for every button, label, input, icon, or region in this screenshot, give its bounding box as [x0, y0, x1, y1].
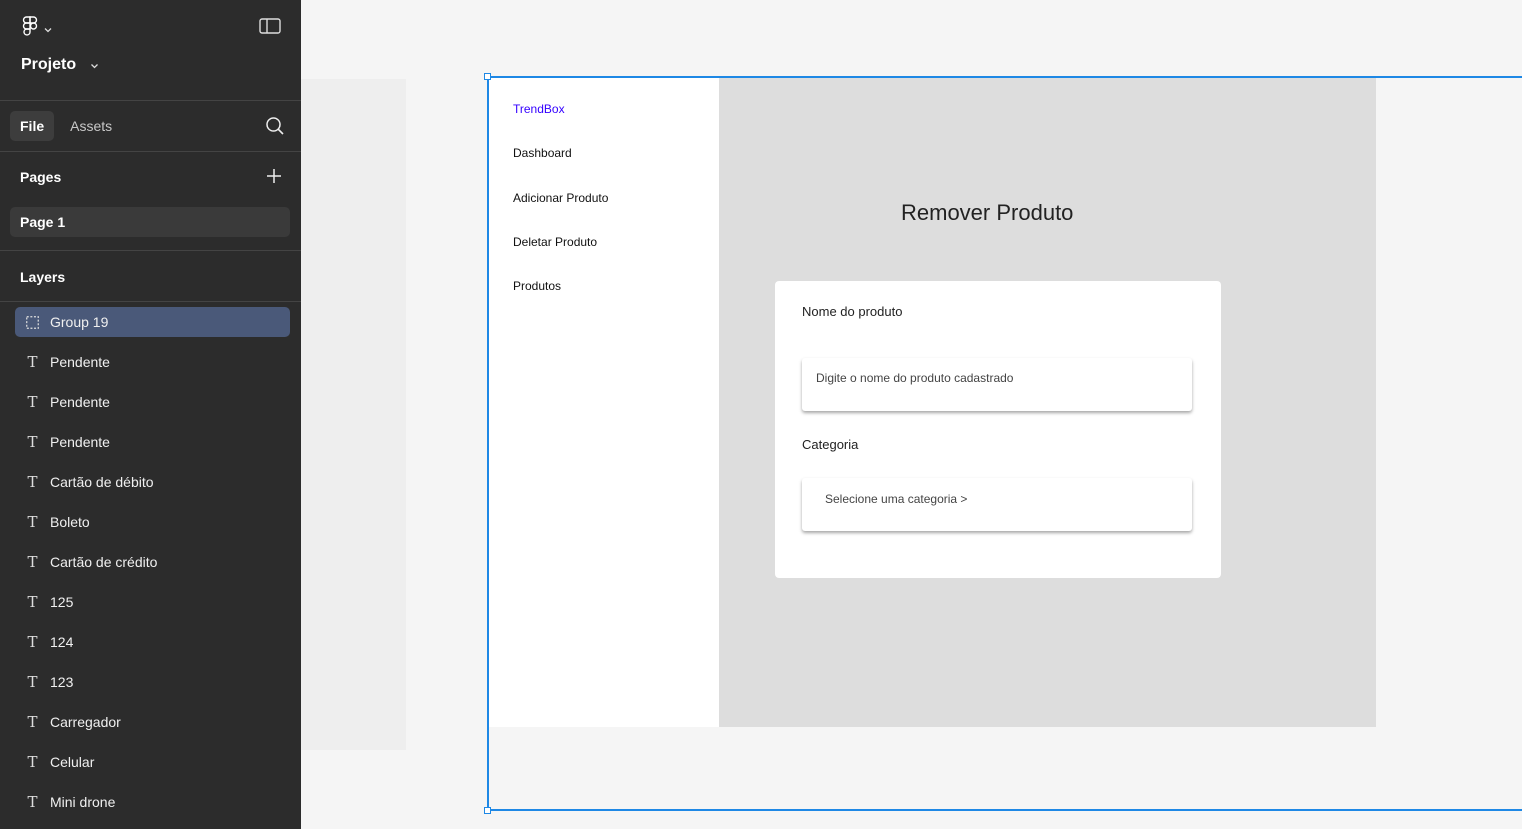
layer-item[interactable]: T Carregador — [15, 707, 290, 737]
design-canvas[interactable]: TrendBox Dashboard Adicionar Produto Del… — [301, 0, 1522, 829]
resize-handle-top-left[interactable] — [484, 73, 491, 80]
text-icon: T — [27, 513, 38, 531]
pages-section-title: Pages — [20, 169, 62, 185]
figma-logo-icon — [22, 16, 38, 41]
divider — [0, 151, 301, 152]
adjacent-frame[interactable] — [301, 79, 406, 750]
text-icon: T — [27, 353, 38, 371]
layer-item[interactable]: T Pendente — [15, 387, 290, 417]
plus-icon — [264, 169, 284, 190]
layer-item[interactable]: T Mini drone — [15, 787, 290, 817]
layer-item[interactable]: Group 19 — [15, 307, 290, 337]
layer-item[interactable]: T Pendente — [15, 427, 290, 457]
layer-item[interactable]: T 124 — [15, 627, 290, 657]
search-icon — [265, 117, 285, 140]
layer-item[interactable]: T 123 — [15, 667, 290, 697]
divider — [0, 250, 301, 251]
chevron-down-icon — [44, 20, 52, 38]
layer-label: Carregador — [50, 714, 121, 730]
layer-label: Pendente — [50, 394, 110, 410]
layer-label: Cartão de débito — [50, 474, 154, 490]
layer-label: Celular — [50, 754, 95, 770]
text-icon: T — [27, 593, 38, 611]
resize-handle-bottom-left[interactable] — [484, 807, 491, 814]
text-icon: T — [27, 753, 38, 771]
layer-item[interactable]: T Celular — [15, 747, 290, 777]
left-sidebar: Projeto File Assets Pages Page 1 Layers — [0, 0, 301, 829]
layers-list: Group 19 T Pendente T Pendente T Pendent… — [15, 307, 290, 827]
add-page-button[interactable] — [264, 166, 284, 186]
layer-item[interactable]: T Pendente — [15, 347, 290, 377]
text-icon: T — [27, 713, 38, 731]
sidebar-tabs: File Assets — [10, 111, 122, 141]
layer-label: Mini drone — [50, 794, 116, 810]
layer-item[interactable]: T 125 — [15, 587, 290, 617]
layer-label: Pendente — [50, 354, 110, 370]
layer-label: 124 — [50, 634, 74, 650]
layer-item[interactable]: T Cartão de débito — [15, 467, 290, 497]
layers-section-title: Layers — [20, 269, 66, 285]
text-icon: T — [27, 473, 38, 491]
text-icon: T — [27, 553, 38, 571]
divider — [0, 301, 301, 302]
layer-item[interactable]: T Cartão de crédito — [15, 547, 290, 577]
sidebar-toggle-icon — [259, 18, 281, 39]
text-icon: T — [27, 633, 38, 651]
main-menu-button[interactable] — [22, 16, 52, 41]
layer-label: 125 — [50, 594, 74, 610]
project-name: Projeto — [21, 56, 77, 73]
project-name-button[interactable]: Projeto — [21, 56, 99, 74]
layer-label: Boleto — [50, 514, 90, 530]
text-icon: T — [27, 433, 38, 451]
chevron-down-icon — [90, 56, 99, 74]
layer-label: 123 — [50, 674, 74, 690]
search-button[interactable] — [265, 116, 285, 136]
toggle-sidebar-button[interactable] — [259, 17, 281, 35]
tab-assets[interactable]: Assets — [60, 111, 122, 141]
layer-label: Pendente — [50, 434, 110, 450]
tab-file[interactable]: File — [10, 111, 55, 141]
text-icon: T — [27, 793, 38, 811]
page-item[interactable]: Page 1 — [10, 207, 290, 237]
layer-label: Group 19 — [50, 314, 109, 330]
text-icon: T — [27, 673, 38, 691]
selection-frame[interactable] — [487, 76, 1522, 811]
divider — [0, 100, 301, 101]
group-icon — [15, 315, 50, 329]
layer-item[interactable]: T Boleto — [15, 507, 290, 537]
text-icon: T — [27, 393, 38, 411]
layer-label: Cartão de crédito — [50, 554, 158, 570]
